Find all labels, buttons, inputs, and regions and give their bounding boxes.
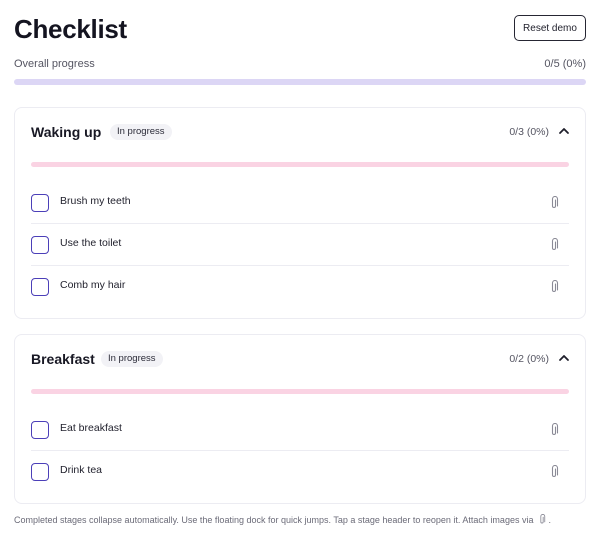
paperclip-icon[interactable]: [549, 423, 559, 437]
task-label: Eat breakfast: [60, 422, 122, 434]
task-checkbox[interactable]: [31, 463, 49, 481]
stage-breakfast: Breakfast In progress 0/2 (0%) Eat break…: [14, 334, 586, 504]
stage-title: Waking up: [31, 124, 102, 140]
task-label: Drink tea: [60, 464, 103, 476]
stage-title: Breakfast: [31, 351, 95, 367]
task-item[interactable]: Brush my teeth: [31, 182, 569, 224]
overall-progress-row: Overall progress 0/5 (0%): [14, 58, 586, 72]
paperclip-icon: [540, 514, 546, 524]
page-title: Checklist: [14, 14, 127, 44]
footer-help-text: Completed stages collapse automatically.…: [14, 514, 586, 525]
stage-header[interactable]: Breakfast In progress 0/2 (0%): [15, 335, 585, 383]
paperclip-icon[interactable]: [549, 280, 559, 294]
footer-text: Completed stages collapse automatically.…: [14, 515, 534, 525]
task-checkbox[interactable]: [31, 278, 49, 296]
status-badge: In progress: [110, 124, 172, 140]
status-badge: In progress: [101, 351, 163, 367]
stage-progress-count: 0/2 (0%): [509, 353, 549, 365]
paperclip-icon[interactable]: [549, 465, 559, 479]
task-checkbox[interactable]: [31, 194, 49, 212]
reset-demo-button[interactable]: Reset demo: [514, 15, 586, 41]
task-item[interactable]: Use the toilet: [31, 224, 569, 266]
task-item[interactable]: Comb my hair: [31, 266, 569, 308]
task-checkbox[interactable]: [31, 236, 49, 254]
stage-progress-bar: [31, 162, 569, 167]
overall-progress-count: 0/5 (0%): [544, 58, 586, 70]
task-label: Comb my hair: [60, 279, 126, 291]
overall-progress-bar: [14, 79, 586, 85]
task-label: Use the toilet: [60, 237, 122, 249]
chevron-up-icon[interactable]: [557, 352, 571, 364]
overall-progress-label: Overall progress: [14, 58, 95, 70]
stage-header[interactable]: Waking up In progress 0/3 (0%): [15, 108, 585, 156]
task-item[interactable]: Drink tea: [31, 451, 569, 493]
page-header: Checklist Reset demo: [14, 0, 586, 54]
paperclip-icon[interactable]: [549, 196, 559, 210]
task-checkbox[interactable]: [31, 421, 49, 439]
stage-progress-bar: [31, 389, 569, 394]
chevron-up-icon[interactable]: [557, 125, 571, 137]
paperclip-icon[interactable]: [549, 238, 559, 252]
checklist-page: Checklist Reset demo Overall progress 0/…: [0, 0, 600, 542]
task-label: Brush my teeth: [60, 195, 131, 207]
task-item[interactable]: Eat breakfast: [31, 409, 569, 451]
stage-waking-up: Waking up In progress 0/3 (0%) Brush my …: [14, 107, 586, 319]
stage-progress-count: 0/3 (0%): [509, 126, 549, 138]
footer-suffix: .: [548, 515, 552, 525]
